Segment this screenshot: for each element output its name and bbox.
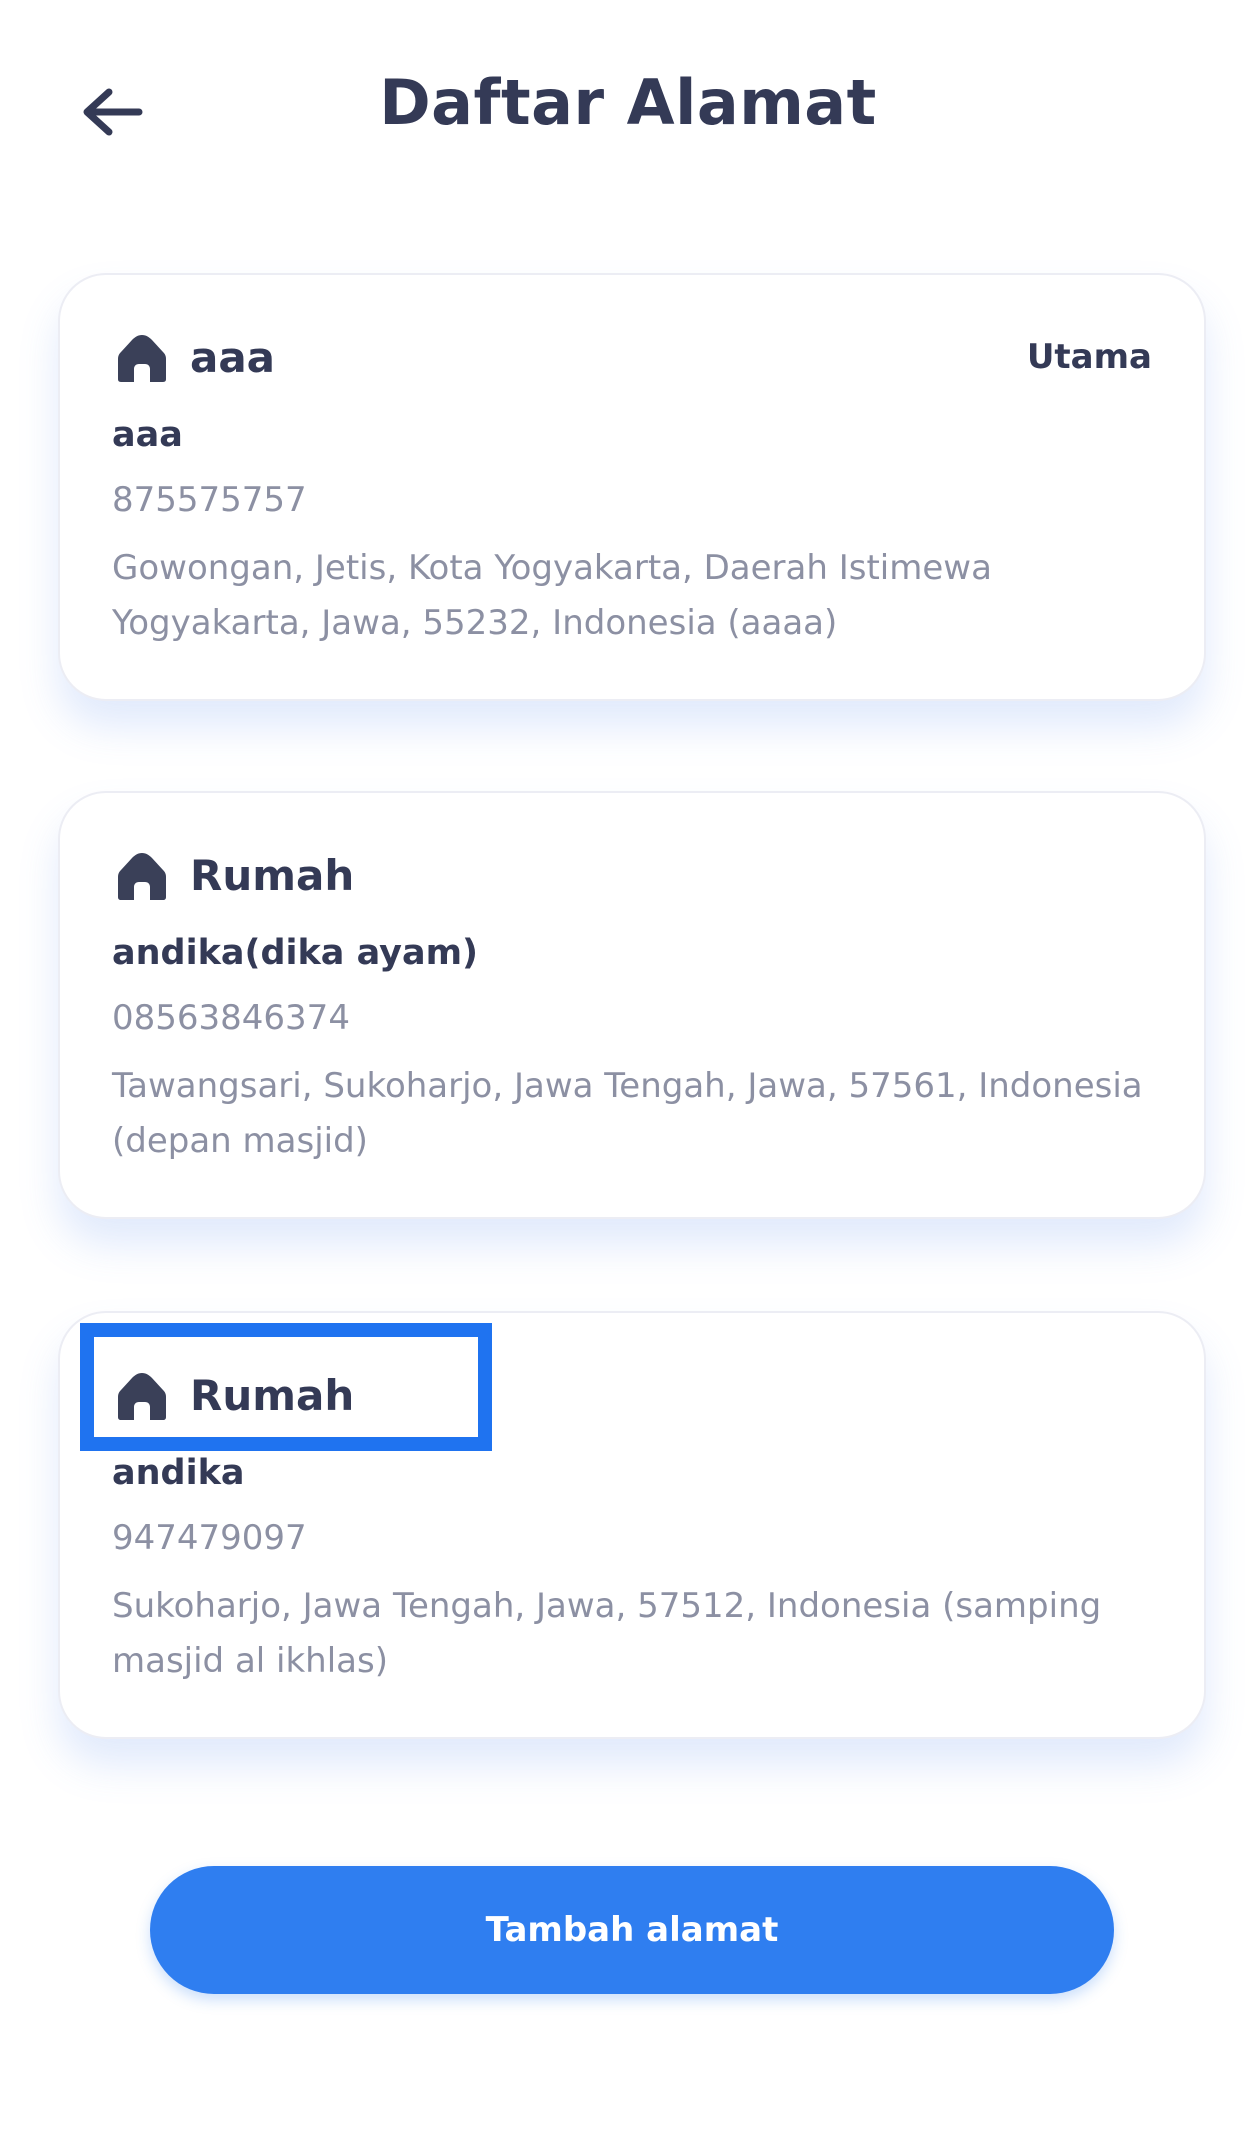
home-icon — [118, 853, 166, 900]
address-label-row: Rumah — [114, 847, 354, 903]
address-label: Rumah — [190, 850, 355, 900]
address-card-3[interactable]: Rumah andika 947479097 Sukoharjo, Jawa T… — [58, 1311, 1206, 1739]
phone-number: 947479097 — [112, 1518, 307, 1558]
full-address: Sukoharjo, Jawa Tengah, Jawa, 57512, Ind… — [112, 1586, 1102, 1681]
home-icon — [118, 335, 166, 382]
address-label-row: Rumah — [114, 1367, 354, 1423]
phone-number: 875575757 — [112, 480, 307, 520]
address-card-1[interactable]: aaa Utama aaa 875575757 Gowongan, Jetis,… — [58, 273, 1206, 701]
address-card-2[interactable]: Rumah andika(dika ayam) 08563846374 Tawa… — [58, 791, 1206, 1219]
add-address-button[interactable]: Tambah alamat — [150, 1866, 1114, 1994]
phone-number: 08563846374 — [112, 998, 350, 1038]
full-address: Tawangsari, Sukoharjo, Jawa Tengah, Jawa… — [112, 1066, 1143, 1161]
home-icon — [118, 1373, 166, 1420]
app-header: Daftar Alamat — [0, 0, 1256, 220]
address-label-row: aaa — [114, 329, 275, 385]
recipient-name: andika(dika ayam) — [112, 933, 479, 973]
address-label: Rumah — [190, 1370, 355, 1420]
recipient-name: aaa — [112, 415, 183, 455]
recipient-name: andika — [112, 1453, 245, 1493]
page-title: Daftar Alamat — [379, 66, 877, 139]
address-label: aaa — [190, 332, 276, 382]
primary-badge: Utama — [1026, 337, 1152, 377]
full-address: Gowongan, Jetis, Kota Yogyakarta, Daerah… — [112, 548, 992, 643]
